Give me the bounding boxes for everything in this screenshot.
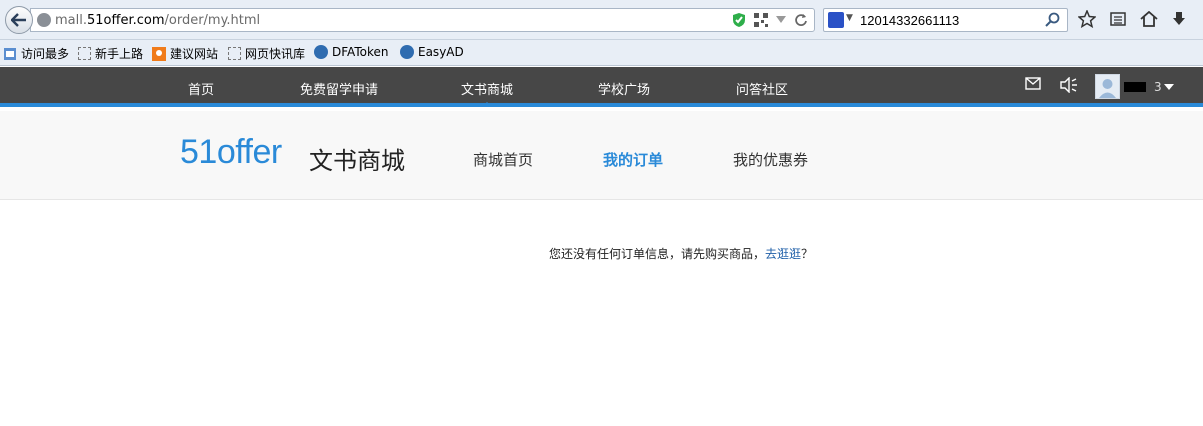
reload-icon[interactable] <box>794 13 808 27</box>
home-icon[interactable] <box>1140 11 1158 27</box>
bookmark-item[interactable]: 网页快讯库 <box>228 45 305 62</box>
active-indicator <box>482 102 492 107</box>
shield-icon[interactable] <box>732 12 746 28</box>
nav-item-apply[interactable]: 免费留学申请 <box>300 79 378 98</box>
url-text[interactable]: mall.51offer.com/order/my.html <box>55 13 260 28</box>
user-avatar-icon <box>1099 79 1116 98</box>
user-menu-caret-icon[interactable] <box>1164 84 1174 90</box>
bookmark-item[interactable]: EasyAD <box>400 45 464 59</box>
mall-home-link[interactable]: 商城首页 <box>473 149 533 170</box>
site-nav: 首页 免费留学申请 文书商城 学校广场 问答社区 3 <box>0 67 1203 107</box>
browse-link[interactable]: 去逛逛 <box>765 247 801 261</box>
search-bar[interactable]: ▼ 12014332661113 <box>823 8 1068 32</box>
nav-item-mall[interactable]: 文书商城 <box>461 79 513 98</box>
dropdown-arrow-icon[interactable] <box>776 16 786 24</box>
my-coupons-link[interactable]: 我的优惠券 <box>733 149 808 170</box>
bookmark-item[interactable]: 新手上路 <box>78 45 143 62</box>
reading-list-icon[interactable] <box>1110 11 1126 27</box>
back-arrow-icon <box>11 13 26 27</box>
bookmarks-bar: 访问最多 新手上路 建议网站 网页快讯库 DFAToken EasyAD <box>0 40 1203 66</box>
site-icon <box>314 45 328 59</box>
mail-icon[interactable] <box>1025 77 1041 91</box>
empty-orders-message: 您还没有任何订单信息，请先购买商品，去逛逛？ <box>549 247 814 261</box>
star-icon[interactable] <box>1078 10 1096 28</box>
nav-item-schools[interactable]: 学校广场 <box>598 79 650 98</box>
avatar[interactable] <box>1095 74 1120 99</box>
page-title: 文书商城 <box>309 147 405 175</box>
search-input[interactable]: 12014332661113 <box>860 13 959 28</box>
site-logo[interactable]: 51offer <box>180 133 282 172</box>
search-icon[interactable] <box>1045 12 1061 28</box>
site-icon <box>400 45 414 59</box>
page-icon <box>228 47 241 60</box>
bookmark-folder-icon <box>4 47 16 60</box>
mall-header: 51offer 文书商城 商城首页 我的订单 我的优惠券 <box>0 111 1203 200</box>
username-redaction <box>1124 82 1146 92</box>
search-engine-icon[interactable] <box>828 12 844 28</box>
bookmark-item[interactable]: DFAToken <box>314 45 388 59</box>
page-icon <box>78 47 91 60</box>
engine-caret-icon[interactable]: ▼ <box>846 13 853 23</box>
download-icon[interactable] <box>1172 11 1186 27</box>
nav-item-home[interactable]: 首页 <box>188 79 214 98</box>
my-orders-link[interactable]: 我的订单 <box>603 149 663 170</box>
globe-icon <box>37 13 51 27</box>
browser-toolbar: mall.51offer.com/order/my.html ▼ 1201433… <box>0 0 1203 40</box>
suggest-icon <box>152 46 166 61</box>
back-button[interactable] <box>5 6 33 34</box>
bookmark-item[interactable]: 访问最多 <box>3 45 69 62</box>
speaker-icon[interactable] <box>1060 77 1078 93</box>
nav-item-qa[interactable]: 问答社区 <box>736 79 788 98</box>
address-bar[interactable]: mall.51offer.com/order/my.html <box>30 8 815 32</box>
bookmark-item[interactable]: 建议网站 <box>152 45 218 62</box>
qrcode-icon[interactable] <box>754 13 768 27</box>
